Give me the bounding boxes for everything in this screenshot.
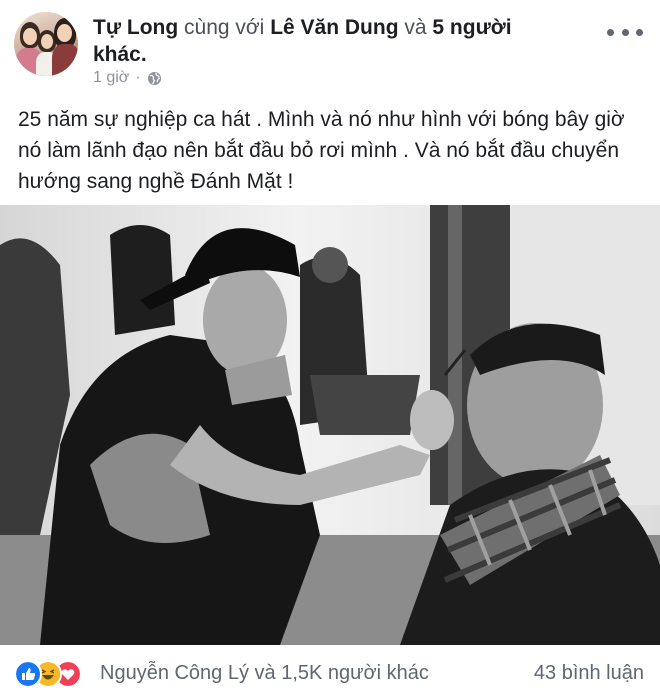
more-options-icon[interactable]	[607, 26, 643, 38]
post-photo[interactable]	[0, 205, 660, 645]
post-header: Tự Long cùng với Lê Văn Dung và 5 người …	[0, 0, 660, 95]
globe-icon[interactable]	[147, 71, 162, 86]
author-line: Tự Long cùng với Lê Văn Dung và 5 người …	[93, 14, 563, 68]
and-text: và	[404, 16, 427, 39]
post-time[interactable]: 1 giờ	[93, 69, 129, 87]
post-text: 25 năm sự nghiệp ca hát . Mình và nó như…	[18, 108, 625, 193]
meta-separator: ·	[135, 69, 141, 86]
reactions-summary[interactable]: Nguyễn Công Lý và 1,5K người khác	[100, 662, 429, 685]
author-name[interactable]: Tự Long	[93, 16, 178, 39]
comments-count[interactable]: 43 bình luận	[534, 662, 644, 685]
post-footer: Nguyễn Công Lý và 1,5K người khác 43 bìn…	[0, 648, 660, 697]
tagged-name[interactable]: Lê Văn Dung	[270, 16, 398, 39]
with-text: cùng với	[184, 16, 265, 39]
like-icon	[14, 660, 42, 688]
author-avatar[interactable]	[14, 12, 78, 76]
author-line-period: .	[140, 43, 147, 66]
reaction-icons[interactable]	[14, 660, 94, 688]
post-meta: 1 giờ ·	[93, 69, 162, 87]
